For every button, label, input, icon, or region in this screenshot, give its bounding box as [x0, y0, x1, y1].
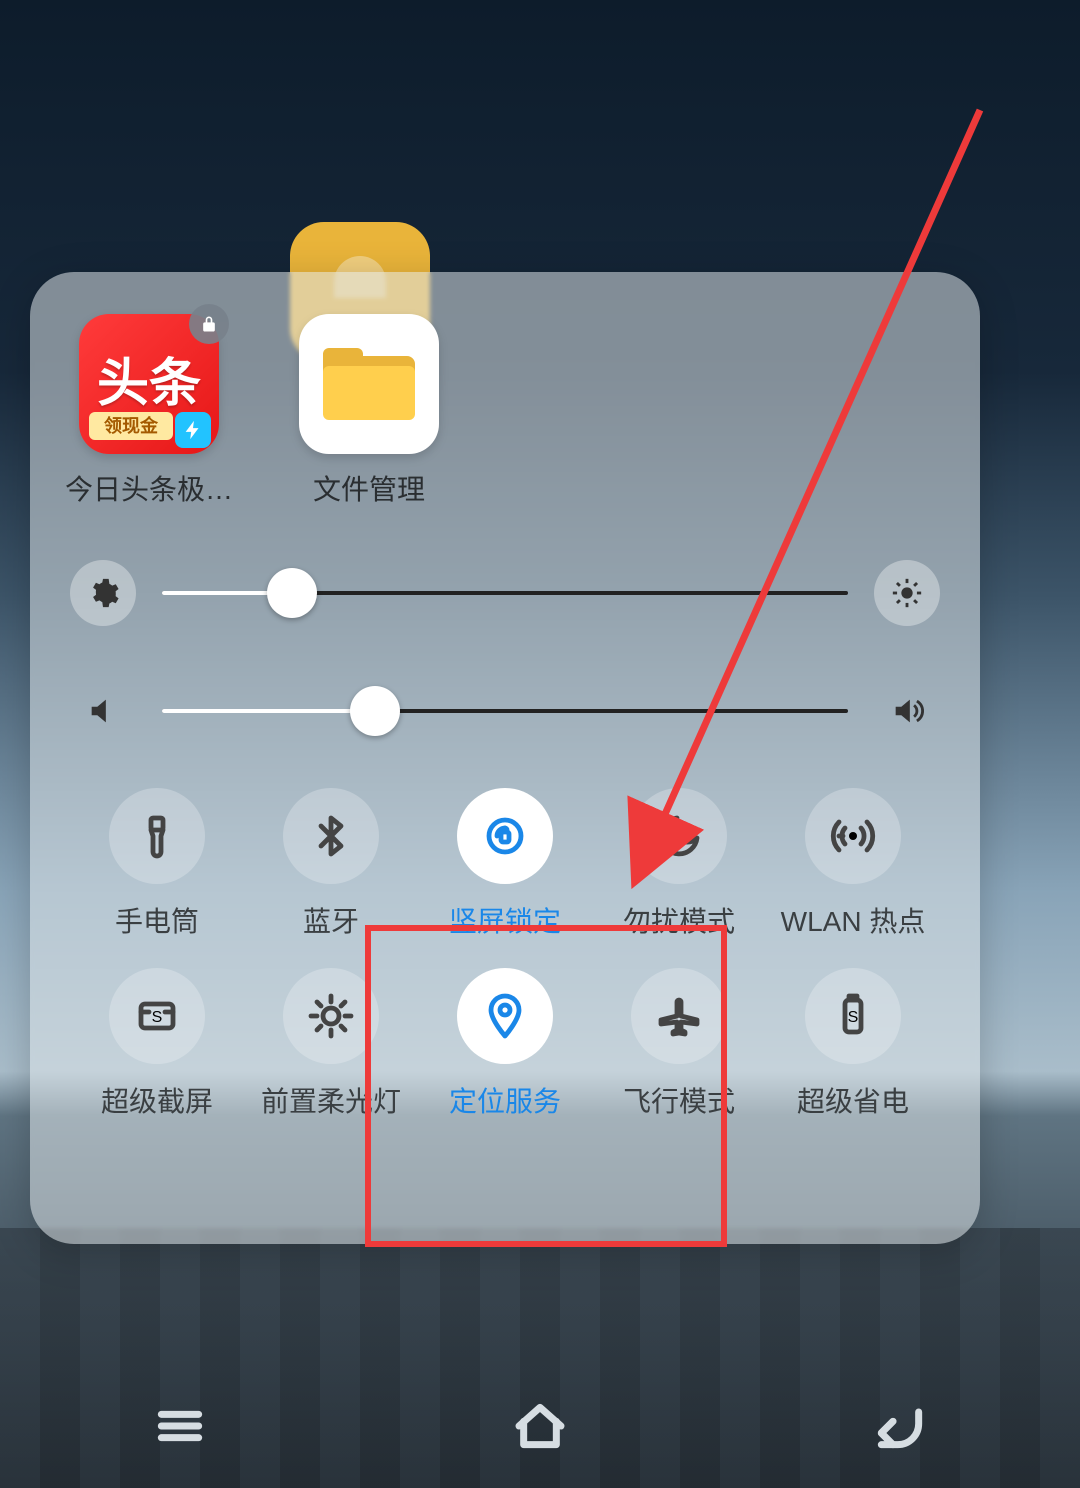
toggle-super-battery[interactable]: S 超级省电 — [766, 968, 940, 1120]
volume-low-icon — [70, 678, 136, 744]
toutiao-ribbon: 领现金 — [89, 412, 173, 440]
hotspot-icon — [805, 788, 901, 884]
toggle-label: 飞行模式 — [623, 1080, 735, 1120]
back-button[interactable] — [872, 1398, 928, 1459]
toggle-label: 竖屏锁定 — [449, 900, 561, 940]
brightness-icon — [890, 576, 924, 610]
brightness-slider[interactable] — [162, 591, 848, 595]
app-shortcut-files[interactable]: 文件管理 — [294, 314, 444, 508]
dnd-icon — [631, 788, 727, 884]
toggle-label: 前置柔光灯 — [261, 1080, 401, 1120]
toggle-hotspot[interactable]: WLAN 热点 — [766, 788, 940, 940]
front-fill-light-icon — [283, 968, 379, 1064]
settings-button[interactable] — [70, 560, 136, 626]
quick-toggles-grid: 手电筒 蓝牙 竖屏锁定 勿扰模式 WLAN 热点 S 超级截屏 前置柔光灯 定位服务 飞行模式 S 超… — [70, 788, 940, 1120]
toggle-label: 定位服务 — [449, 1080, 561, 1120]
recent-apps-button[interactable] — [152, 1398, 208, 1459]
toggle-label: 蓝牙 — [303, 900, 359, 940]
app-shortcut-row: 头条 领现金 今日头条极… 文件管理 — [74, 314, 940, 508]
brightness-slider-row — [70, 560, 940, 626]
slider-thumb[interactable] — [267, 568, 317, 618]
app-shortcut-toutiao[interactable]: 头条 领现金 今日头条极… — [74, 314, 224, 508]
toggle-label: 手电筒 — [115, 900, 199, 940]
volume-high-icon — [874, 678, 940, 744]
toggle-airplane[interactable]: 飞行模式 — [592, 968, 766, 1120]
toggle-dnd[interactable]: 勿扰模式 — [592, 788, 766, 940]
back-icon — [872, 1398, 928, 1454]
volume-slider[interactable] — [162, 709, 848, 713]
toggle-super-screenshot[interactable]: S 超级截屏 — [70, 968, 244, 1120]
toggle-label: 超级省电 — [797, 1080, 909, 1120]
svg-text:S: S — [848, 1009, 859, 1026]
home-icon — [512, 1398, 568, 1454]
super-screenshot-icon: S — [109, 968, 205, 1064]
app-label: 文件管理 — [313, 468, 425, 508]
bluetooth-icon — [283, 788, 379, 884]
app-label: 今日头条极… — [65, 468, 233, 508]
slider-thumb[interactable] — [350, 686, 400, 736]
toggle-location[interactable]: 定位服务 — [418, 968, 592, 1120]
app-tile-toutiao: 头条 领现金 — [79, 314, 219, 454]
rotation-lock-icon — [457, 788, 553, 884]
svg-text:S: S — [152, 1009, 163, 1026]
flashlight-icon — [109, 788, 205, 884]
super-battery-icon: S — [805, 968, 901, 1064]
control-center-panel: 头条 领现金 今日头条极… 文件管理 — [30, 272, 980, 1244]
navigation-bar — [0, 1368, 1080, 1488]
toutiao-logo-text: 头条 — [97, 358, 201, 410]
auto-brightness-button[interactable] — [874, 560, 940, 626]
app-tile-files — [299, 314, 439, 454]
folder-icon — [323, 348, 415, 420]
airplane-icon — [631, 968, 727, 1064]
volume-slider-row — [70, 678, 940, 744]
bolt-icon — [175, 412, 211, 448]
menu-icon — [152, 1398, 208, 1454]
toggle-label: WLAN 热点 — [781, 900, 926, 940]
toggle-rotation-lock[interactable]: 竖屏锁定 — [418, 788, 592, 940]
location-icon — [457, 968, 553, 1064]
home-button[interactable] — [512, 1398, 568, 1459]
toggle-label: 超级截屏 — [101, 1080, 213, 1120]
gear-icon — [86, 576, 120, 610]
lock-icon — [189, 304, 229, 344]
toggle-flashlight[interactable]: 手电筒 — [70, 788, 244, 940]
toggle-label: 勿扰模式 — [623, 900, 735, 940]
toggle-front-fill-light[interactable]: 前置柔光灯 — [244, 968, 418, 1120]
toggle-bluetooth[interactable]: 蓝牙 — [244, 788, 418, 940]
